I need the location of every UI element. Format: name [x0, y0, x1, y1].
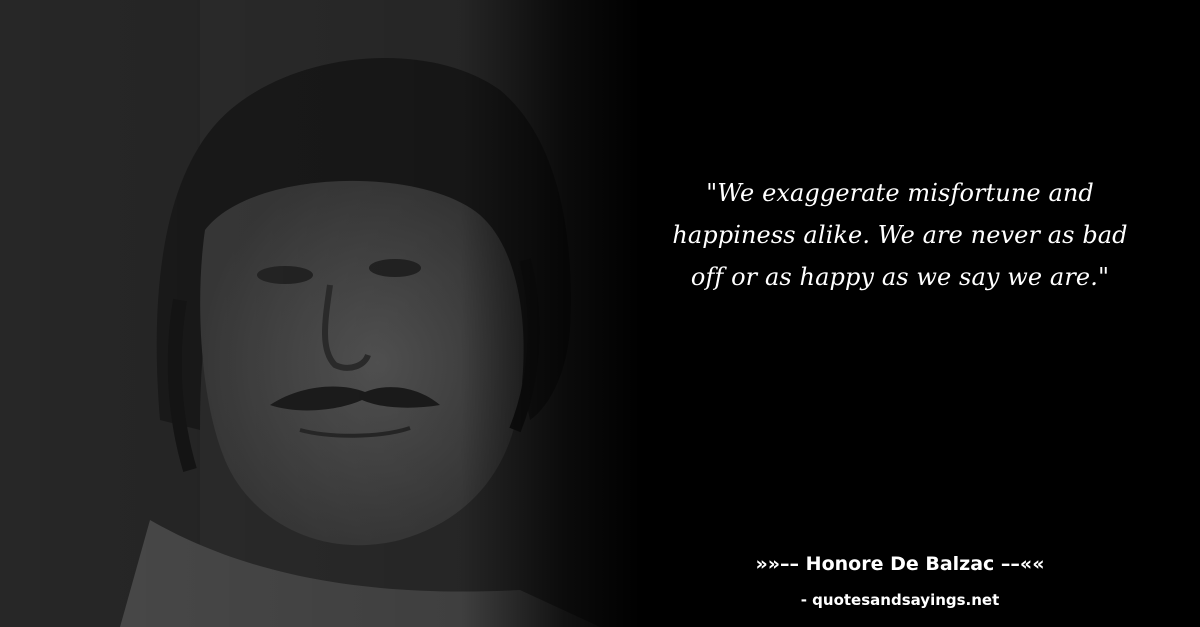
quote-card: "We exaggerate misfortune and happiness …	[0, 0, 1200, 627]
quote-text: "We exaggerate misfortune and happiness …	[672, 179, 1128, 291]
attribution-suffix: ––««	[994, 553, 1045, 575]
author-name: Honore De Balzac	[805, 553, 995, 575]
quote-block: "We exaggerate misfortune and happiness …	[660, 172, 1140, 298]
attribution-prefix: »»––	[755, 553, 806, 575]
author-portrait	[0, 0, 640, 627]
source-site: - quotesandsayings.net	[800, 591, 1000, 609]
author-attribution: »»–– Honore De Balzac ––««	[660, 551, 1140, 577]
